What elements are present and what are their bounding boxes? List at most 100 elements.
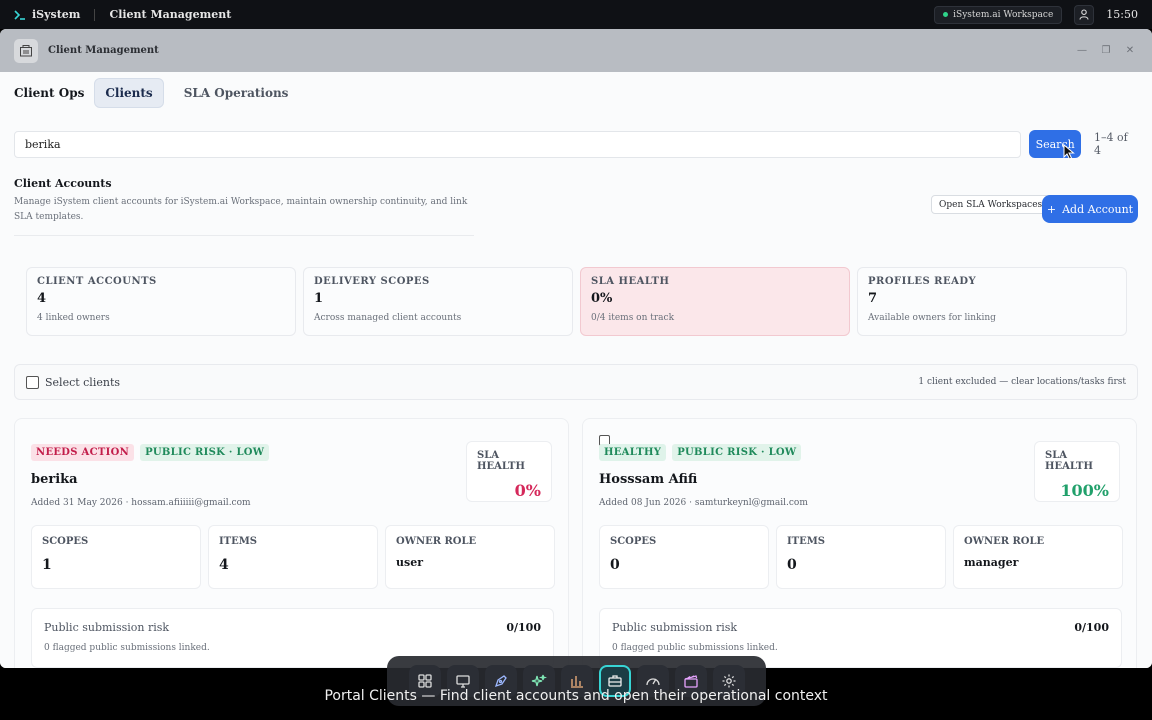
client-name[interactable]: Hosssam Afifi — [599, 472, 697, 487]
app-title: Client Management — [109, 8, 232, 21]
plus-icon: + — [1046, 202, 1057, 216]
risk-label: Public submission risk — [612, 621, 738, 634]
metric-items: ITEMS 0 — [776, 525, 946, 589]
open-sla-workspaces-button[interactable]: Open SLA Workspaces — [931, 195, 1051, 214]
section-brand: Client Ops — [14, 86, 85, 100]
metric-value: 1 — [42, 557, 52, 573]
workspace-selector[interactable]: iSystem.ai Workspace — [934, 5, 1063, 24]
metric-label: ITEMS — [787, 536, 826, 547]
workspace-name: iSystem.ai Workspace — [953, 9, 1054, 20]
selection-bar: Select clients 1 client excluded — clear… — [14, 364, 1138, 400]
stat-label: DELIVERY SCOPES — [314, 276, 430, 287]
maximize-icon[interactable]: ❐ — [1100, 45, 1112, 56]
stat-label: SLA HEALTH — [591, 276, 670, 287]
tab-sla-operations[interactable]: SLA Operations — [174, 79, 299, 107]
sla-health-box: SLA HEALTH 100% — [1034, 441, 1120, 502]
risk-value: 0/100 — [1074, 621, 1109, 634]
risk-note: 0 flagged public submissions linked. — [612, 643, 778, 653]
stat-note: 4 linked owners — [37, 313, 110, 323]
close-icon[interactable]: ✕ — [1124, 45, 1136, 56]
section-title: Client Accounts — [14, 177, 112, 190]
section-description: Manage iSystem client accounts for iSyst… — [14, 197, 468, 222]
metric-label: OWNER ROLE — [964, 536, 1045, 547]
metric-value: 0 — [610, 557, 620, 573]
brand-name: iSystem — [32, 8, 81, 21]
metric-value: 0 — [787, 557, 797, 573]
stat-value: 1 — [314, 291, 324, 306]
select-all-checkbox[interactable] — [26, 375, 39, 389]
stat-label: PROFILES READY — [868, 276, 977, 287]
client-name[interactable]: berika — [31, 472, 78, 487]
status-badge: HEALTHY — [599, 444, 667, 461]
client-meta: Added 08 Jun 2026 · samturkeynl@gmail.co… — [599, 498, 808, 508]
stat-label: CLIENT ACCOUNTS — [37, 276, 157, 287]
stats-row: CLIENT ACCOUNTS 4 4 linked owners DELIVE… — [26, 267, 1127, 336]
metric-owner-role: OWNER ROLE manager — [953, 525, 1123, 589]
risk-label: Public submission risk — [44, 621, 170, 634]
metric-items: ITEMS 4 — [208, 525, 378, 589]
mouse-cursor-icon — [1063, 144, 1075, 160]
metric-value: manager — [964, 556, 1019, 569]
search-input[interactable] — [14, 130, 1022, 158]
metric-value: 4 — [219, 557, 229, 573]
stat-delivery-scopes: DELIVERY SCOPES 1 Across managed client … — [303, 267, 573, 336]
minimize-icon[interactable]: — — [1076, 45, 1088, 56]
terminal-icon — [14, 9, 25, 20]
main-content: Client Ops Clients SLA Operations Search… — [0, 72, 1152, 668]
clock: 15:50 — [1106, 8, 1138, 21]
status-dot-icon — [943, 12, 949, 17]
search-row: Search 1–4 of 4 — [14, 130, 1138, 158]
metrics-row: SCOPES 0 ITEMS 0 OWNER ROLE manager — [599, 525, 1123, 589]
client-meta: Added 31 May 2026 · hossam.afiiiiii@gmai… — [31, 498, 251, 508]
building-icon — [20, 45, 32, 57]
system-topbar: iSystem Client Management iSystem.ai Wor… — [0, 0, 1152, 29]
sla-value: 0% — [514, 481, 541, 500]
metric-scopes: SCOPES 0 — [599, 525, 769, 589]
metric-label: ITEMS — [219, 536, 258, 547]
window-titlebar[interactable]: Client Management — ❐ ✕ — [0, 29, 1152, 72]
metric-owner-role: OWNER ROLE user — [385, 525, 555, 589]
risk-value: 0/100 — [506, 621, 541, 634]
tab-clients[interactable]: Clients — [94, 78, 164, 108]
client-card[interactable]: HEALTHY PUBLIC RISK · LOW Hosssam Afifi … — [582, 418, 1137, 668]
add-account-label: Add Account — [1062, 202, 1134, 216]
sla-label: SLA HEALTH — [477, 450, 525, 472]
user-menu-button[interactable] — [1074, 4, 1095, 25]
app-icon — [14, 38, 38, 63]
risk-note: 0 flagged public submissions linked. — [44, 643, 210, 653]
add-account-button[interactable]: + Add Account — [1042, 195, 1138, 223]
metric-value: user — [396, 556, 423, 569]
window-title: Client Management — [48, 45, 159, 56]
user-icon — [1079, 9, 1089, 20]
client-cards: NEEDS ACTION PUBLIC RISK · LOW berika Ad… — [14, 418, 1137, 668]
caption: Portal Clients — Find client accounts an… — [324, 688, 828, 704]
sla-value: 100% — [1060, 481, 1109, 500]
stat-profiles-ready: PROFILES READY 7 Available owners for li… — [857, 267, 1127, 336]
stat-note: Across managed client accounts — [314, 313, 462, 323]
metric-scopes: SCOPES 1 — [31, 525, 201, 589]
result-count: 1–4 of 4 — [1094, 131, 1128, 157]
excluded-note: 1 client excluded — clear locations/task… — [918, 377, 1126, 387]
stat-note: Available owners for linking — [868, 313, 996, 323]
sla-label: SLA HEALTH — [1045, 450, 1093, 472]
divider — [94, 8, 96, 21]
metric-label: SCOPES — [42, 536, 89, 547]
brand[interactable]: iSystem — [14, 8, 80, 21]
stat-client-accounts: CLIENT ACCOUNTS 4 4 linked owners — [26, 267, 296, 336]
stat-sla-health: SLA HEALTH 0% 0/4 items on track — [580, 267, 850, 336]
stat-value: 7 — [868, 291, 878, 306]
select-clients-label: Select clients — [45, 375, 121, 389]
accounts-header: Client Accounts Manage iSystem client ac… — [14, 177, 474, 236]
stat-note: 0/4 items on track — [591, 313, 675, 323]
sla-health-box: SLA HEALTH 0% — [466, 441, 552, 502]
risk-badge: PUBLIC RISK · LOW — [672, 444, 802, 461]
status-badge: NEEDS ACTION — [31, 444, 135, 461]
metrics-row: SCOPES 1 ITEMS 4 OWNER ROLE user — [31, 525, 555, 589]
stat-value: 4 — [37, 291, 47, 306]
client-card[interactable]: NEEDS ACTION PUBLIC RISK · LOW berika Ad… — [14, 418, 569, 668]
app-window: Client Management — ❐ ✕ Client Ops Clien… — [0, 29, 1152, 668]
tab-bar: Client Ops Clients SLA Operations — [14, 78, 298, 108]
metric-label: OWNER ROLE — [396, 536, 477, 547]
stat-value: 0% — [591, 291, 613, 306]
metric-label: SCOPES — [610, 536, 657, 547]
